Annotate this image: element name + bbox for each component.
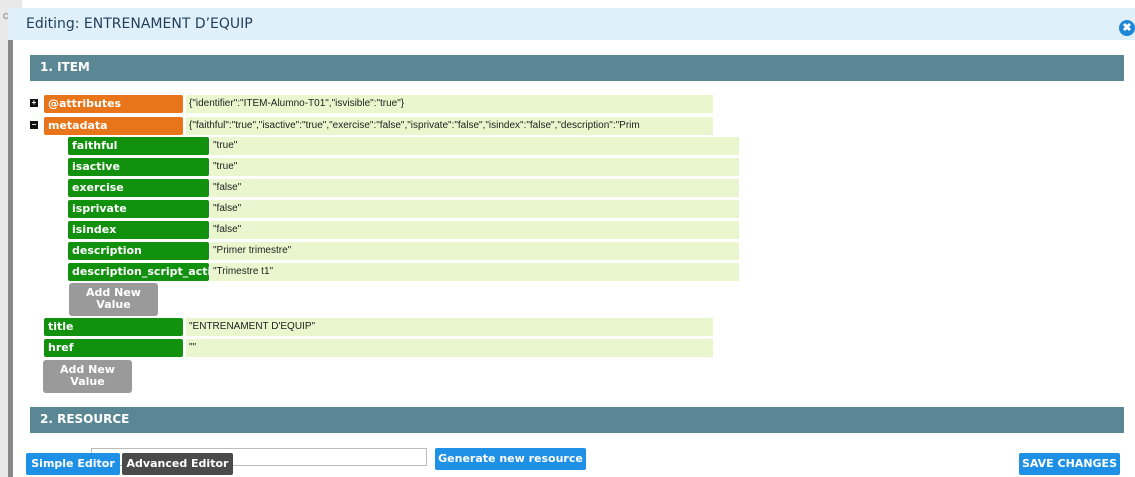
key-isindex[interactable]: isindex <box>68 221 209 239</box>
section-item-header[interactable]: 1. ITEM <box>30 55 1124 81</box>
dialog-header: Editing: ENTRENAMENT D’EQUIP ✖ <box>8 8 1135 40</box>
value-description-script-activ[interactable]: "Trimestre t1" <box>210 263 739 281</box>
key-attributes[interactable]: @attributes <box>44 95 183 113</box>
section-item-title: 1. ITEM <box>40 60 90 74</box>
value-title[interactable]: "ENTRENAMENT D'EQUIP" <box>186 318 713 336</box>
key-description-script-activ[interactable]: description_script_activ <box>68 263 209 281</box>
save-changes-button[interactable]: SAVE CHANGES <box>1019 453 1120 475</box>
section-resource-header[interactable]: 2. RESOURCE <box>30 407 1124 433</box>
value-isindex[interactable]: "false" <box>210 221 739 239</box>
value-metadata[interactable]: {"faithful":"true","isactive":"true","ex… <box>186 117 713 135</box>
expand-attributes-icon[interactable]: + <box>30 99 38 107</box>
value-attributes[interactable]: {"identifier":"ITEM-Alumno-T01","isvisib… <box>186 95 713 113</box>
key-title[interactable]: title <box>44 318 183 336</box>
key-href[interactable]: href <box>44 339 183 357</box>
value-isprivate[interactable]: "false" <box>210 200 739 218</box>
edit-dialog: Editing: ENTRENAMENT D’EQUIP ✖ 1. ITEM +… <box>8 8 1135 477</box>
dialog-scroll-rail <box>8 40 13 477</box>
generate-resource-button[interactable]: Generate new resource <box>435 448 586 470</box>
section-resource-title: 2. RESOURCE <box>40 412 130 426</box>
collapse-metadata-icon[interactable]: − <box>30 121 38 129</box>
add-button-line-2: Value <box>96 298 131 311</box>
dialog-title: Editing: ENTRENAMENT D’EQUIP <box>26 16 253 32</box>
value-isactive[interactable]: "true" <box>210 158 739 176</box>
value-faithful[interactable]: "true" <box>210 137 739 155</box>
key-exercise[interactable]: exercise <box>68 179 209 197</box>
close-icon[interactable]: ✖ <box>1119 20 1135 36</box>
add-button-line-2: Value <box>70 375 105 388</box>
simple-editor-button[interactable]: Simple Editor <box>26 453 120 475</box>
value-exercise[interactable]: "false" <box>210 179 739 197</box>
key-isprivate[interactable]: isprivate <box>68 200 209 218</box>
key-metadata[interactable]: metadata <box>44 117 183 135</box>
add-metadata-value-button[interactable]: Add New Value <box>69 283 158 316</box>
key-faithful[interactable]: faithful <box>68 137 209 155</box>
key-description[interactable]: description <box>68 242 209 260</box>
advanced-editor-button[interactable]: Advanced Editor <box>122 453 233 475</box>
value-description[interactable]: "Primer trimestre" <box>210 242 739 260</box>
key-isactive[interactable]: isactive <box>68 158 209 176</box>
add-item-value-button[interactable]: Add New Value <box>43 360 132 393</box>
value-href[interactable]: "" <box>186 339 713 357</box>
